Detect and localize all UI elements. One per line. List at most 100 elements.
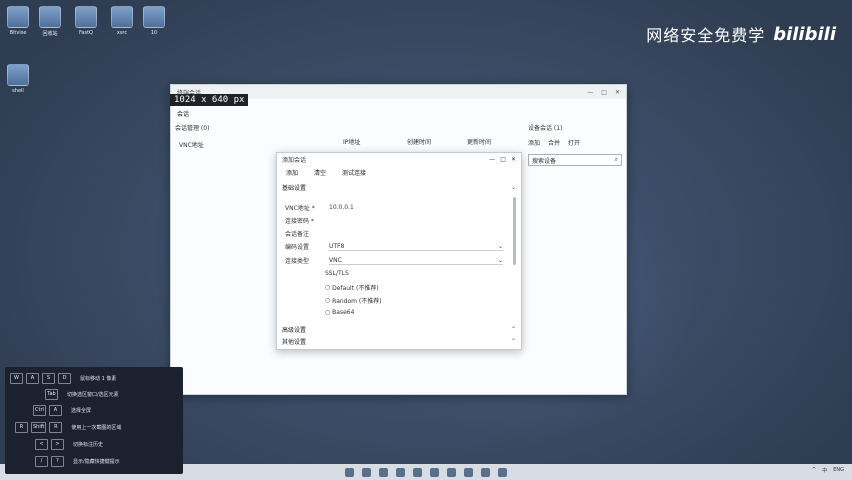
dialog-title: 添加会话 <box>282 156 307 164</box>
search-icon[interactable] <box>362 467 371 477</box>
device-merge-button[interactable]: 合并 <box>548 138 560 147</box>
radio-icon[interactable]: ○ <box>325 297 332 304</box>
conn-type-label: 连接类型 <box>285 258 310 265</box>
task-view-icon[interactable] <box>379 467 388 477</box>
hint-row: R Shift R 使用上一次截图的区域 <box>15 422 121 433</box>
key-cap: ? <box>51 456 64 467</box>
start-icon[interactable] <box>345 467 354 477</box>
hint-text: 切换选区窗口/选区元素 <box>67 392 119 398</box>
desktop-icon-10[interactable]: 10 <box>140 6 168 36</box>
session-group[interactable]: 会话管理 (0) <box>175 123 209 132</box>
language-indicator[interactable]: ENG <box>833 467 844 474</box>
other-section-label: 其他设置 <box>282 339 307 346</box>
conn-type-value: VNC <box>329 256 342 264</box>
option-default[interactable]: ○ Default (不推荐) <box>325 283 379 292</box>
terminal-icon[interactable] <box>447 467 456 477</box>
chat-icon[interactable] <box>430 467 439 477</box>
chevron-up-icon[interactable]: ⌃ <box>511 326 516 333</box>
option-label: Random (不推荐) <box>332 298 382 305</box>
encoding-row: 编码设置 UTF8 ⌄ <box>285 242 503 251</box>
encoding-select[interactable]: UTF8 ⌄ <box>329 243 503 251</box>
desktop-icon-bitvise[interactable]: Bitvise <box>4 6 32 36</box>
session-note-row: 会话备注 <box>285 229 329 238</box>
session-item[interactable]: VNC地址 <box>175 140 209 149</box>
advanced-section-label: 高级设置 <box>282 327 307 334</box>
key-cap: A <box>26 373 39 384</box>
desktop-icon-recycle-bin[interactable]: 回收站 <box>36 6 64 37</box>
vnc-address-row: VNC地址 * 10.0.0.1 <box>285 203 354 212</box>
hint-text: 切换标注历史 <box>73 442 104 448</box>
basic-section-header[interactable]: 基础设置 ⌄ <box>282 183 516 192</box>
key-cap: > <box>51 439 64 450</box>
chevron-down-icon: ⌄ <box>497 242 503 250</box>
key-cap: < <box>35 439 48 450</box>
key-cap: S <box>42 373 55 384</box>
device-add-button[interactable]: 添加 <box>528 138 540 147</box>
app-icon[interactable] <box>498 467 507 477</box>
encoding-label: 编码设置 <box>285 244 310 251</box>
app-icon[interactable] <box>464 467 473 477</box>
dialog-minimize-icon[interactable]: — <box>489 156 495 163</box>
radio-icon[interactable]: ○ <box>325 309 332 316</box>
device-search-input[interactable]: 搜索设备 ⌕ <box>528 154 622 166</box>
session-note-label: 会话备注 <box>285 231 310 238</box>
chevron-up-icon[interactable]: ⌃ <box>511 338 516 345</box>
hint-row: Tab 切换选区窗口/选区元素 <box>45 389 119 400</box>
desktop-icon-label: shell <box>12 88 24 94</box>
dialog-titlebar[interactable]: 添加会话 — □ ✕ <box>277 153 521 165</box>
desktop-icon-xsrc[interactable]: xsrc <box>108 6 136 36</box>
ime-indicator[interactable]: 中 <box>822 467 827 474</box>
bilibili-logo-icon: bilibili <box>773 23 836 45</box>
option-base64[interactable]: ○ Base64 <box>325 309 354 316</box>
conn-type-row: 连接类型 VNC ⌄ <box>285 256 503 265</box>
basic-section-label: 基础设置 <box>282 185 307 192</box>
hint-row: Ctrl A 选择全屏 <box>33 405 91 416</box>
browser-icon[interactable] <box>413 467 422 477</box>
column-ip[interactable]: IP地址 <box>343 137 360 146</box>
hint-text: 鼠标移动 1 像素 <box>80 376 117 382</box>
dialog-scrollbar[interactable] <box>513 197 516 265</box>
key-cap: R <box>15 422 28 433</box>
app-icon[interactable] <box>481 467 490 477</box>
system-tray: ^ 中 ENG <box>812 467 844 474</box>
advanced-section-header[interactable]: 高级设置 ⌃ <box>282 325 516 334</box>
other-section-header[interactable]: 其他设置 ⌃ <box>282 337 516 346</box>
folder-icon[interactable] <box>396 467 405 477</box>
hint-text: 显示/隐藏快捷键提示 <box>73 459 120 465</box>
search-icon[interactable]: ⌕ <box>615 156 618 164</box>
tray-chevron-icon[interactable]: ^ <box>812 467 816 474</box>
maximize-icon[interactable]: □ <box>601 89 607 96</box>
desktop-icon-fastq[interactable]: FastQ <box>72 6 100 36</box>
conn-type-select[interactable]: VNC ⌄ <box>329 257 503 265</box>
key-cap: D <box>58 373 71 384</box>
toolbar-label[interactable]: 会话 <box>177 111 189 118</box>
option-ssl[interactable]: SSL/TLS <box>325 270 349 277</box>
folder-icon <box>111 6 133 28</box>
hint-text: 使用上一次截图的区域 <box>71 425 122 431</box>
shortcut-hints-panel: W A S D 鼠标移动 1 像素 Tab 切换选区窗口/选区元素 Ctrl A… <box>5 367 183 474</box>
desktop-icon-shell[interactable]: shell <box>4 64 32 94</box>
column-created[interactable]: 创建时间 <box>407 137 431 146</box>
minimize-icon[interactable]: — <box>587 89 593 96</box>
session-tree: 会话管理 (0) VNC地址 <box>175 123 209 157</box>
brand-text: 网络安全免费学 <box>646 26 766 45</box>
key-cap: W <box>10 373 23 384</box>
option-random[interactable]: ○ Random (不推荐) <box>325 296 382 305</box>
dialog-close-icon[interactable]: ✕ <box>511 156 516 163</box>
desktop-icon-label: FastQ <box>79 30 93 36</box>
column-updated[interactable]: 更新时间 <box>467 137 491 146</box>
dialog-test-button[interactable]: 测试连接 <box>342 168 366 177</box>
dialog-add-button[interactable]: 添加 <box>286 168 298 177</box>
desktop-icon-label: Bitvise <box>9 30 27 36</box>
chevron-down-icon: ⌄ <box>497 256 503 264</box>
device-open-button[interactable]: 打开 <box>568 138 580 147</box>
close-icon[interactable]: ✕ <box>615 89 620 96</box>
radio-icon[interactable]: ○ <box>325 284 332 291</box>
key-cap: Shift <box>31 422 47 433</box>
dialog-maximize-icon[interactable]: □ <box>500 156 506 163</box>
option-label: SSL/TLS <box>325 270 349 277</box>
conn-password-label: 连接密码 * <box>285 218 314 225</box>
vnc-address-input[interactable]: 10.0.0.1 <box>329 204 354 211</box>
dialog-clear-button[interactable]: 清空 <box>314 168 326 177</box>
chevron-down-icon[interactable]: ⌄ <box>511 184 516 191</box>
